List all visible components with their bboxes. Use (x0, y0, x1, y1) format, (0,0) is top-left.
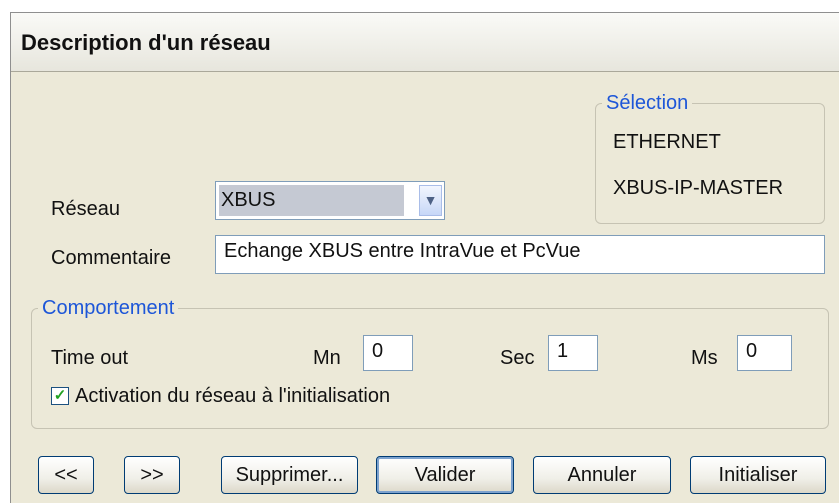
dialog-title: Description d'un réseau (21, 30, 271, 55)
title-bar: Description d'un réseau (11, 13, 839, 72)
initialize-button[interactable]: Initialiser (690, 456, 826, 494)
minutes-label: Mn (313, 347, 341, 369)
selection-group: Sélection (595, 92, 825, 224)
dialog-window: Description d'un réseau Sélection ETHERN… (10, 12, 839, 503)
cancel-button[interactable]: Annuler (533, 456, 671, 494)
chevron-down-icon[interactable]: ▼ (419, 185, 442, 216)
delete-button[interactable]: Supprimer... (221, 456, 358, 494)
milliseconds-input[interactable]: 0 (737, 335, 792, 371)
seconds-label: Sec (500, 347, 535, 369)
minutes-input[interactable]: 0 (363, 335, 413, 371)
validate-button[interactable]: Valider (376, 456, 514, 494)
milliseconds-label: Ms (691, 347, 718, 369)
selection-network-mode: XBUS-IP-MASTER (613, 177, 784, 199)
behavior-legend: Comportement (42, 297, 175, 319)
network-select[interactable]: XBUS ▼ (215, 181, 445, 220)
network-label: Réseau (51, 198, 120, 220)
selection-legend: Sélection (606, 92, 689, 114)
timeout-label: Time out (51, 347, 129, 369)
network-select-value: XBUS (219, 185, 404, 216)
comment-input[interactable]: Echange XBUS entre IntraVue et PcVue (215, 235, 825, 274)
comment-label: Commentaire (51, 247, 172, 269)
seconds-input[interactable]: 1 (548, 335, 598, 371)
previous-button[interactable]: << (38, 456, 94, 494)
activation-label: Activation du réseau à l'initialisation (75, 385, 391, 407)
selection-network-type: ETHERNET (613, 131, 721, 153)
activation-checkbox[interactable]: ✓ (51, 387, 69, 405)
next-button[interactable]: >> (124, 456, 180, 494)
